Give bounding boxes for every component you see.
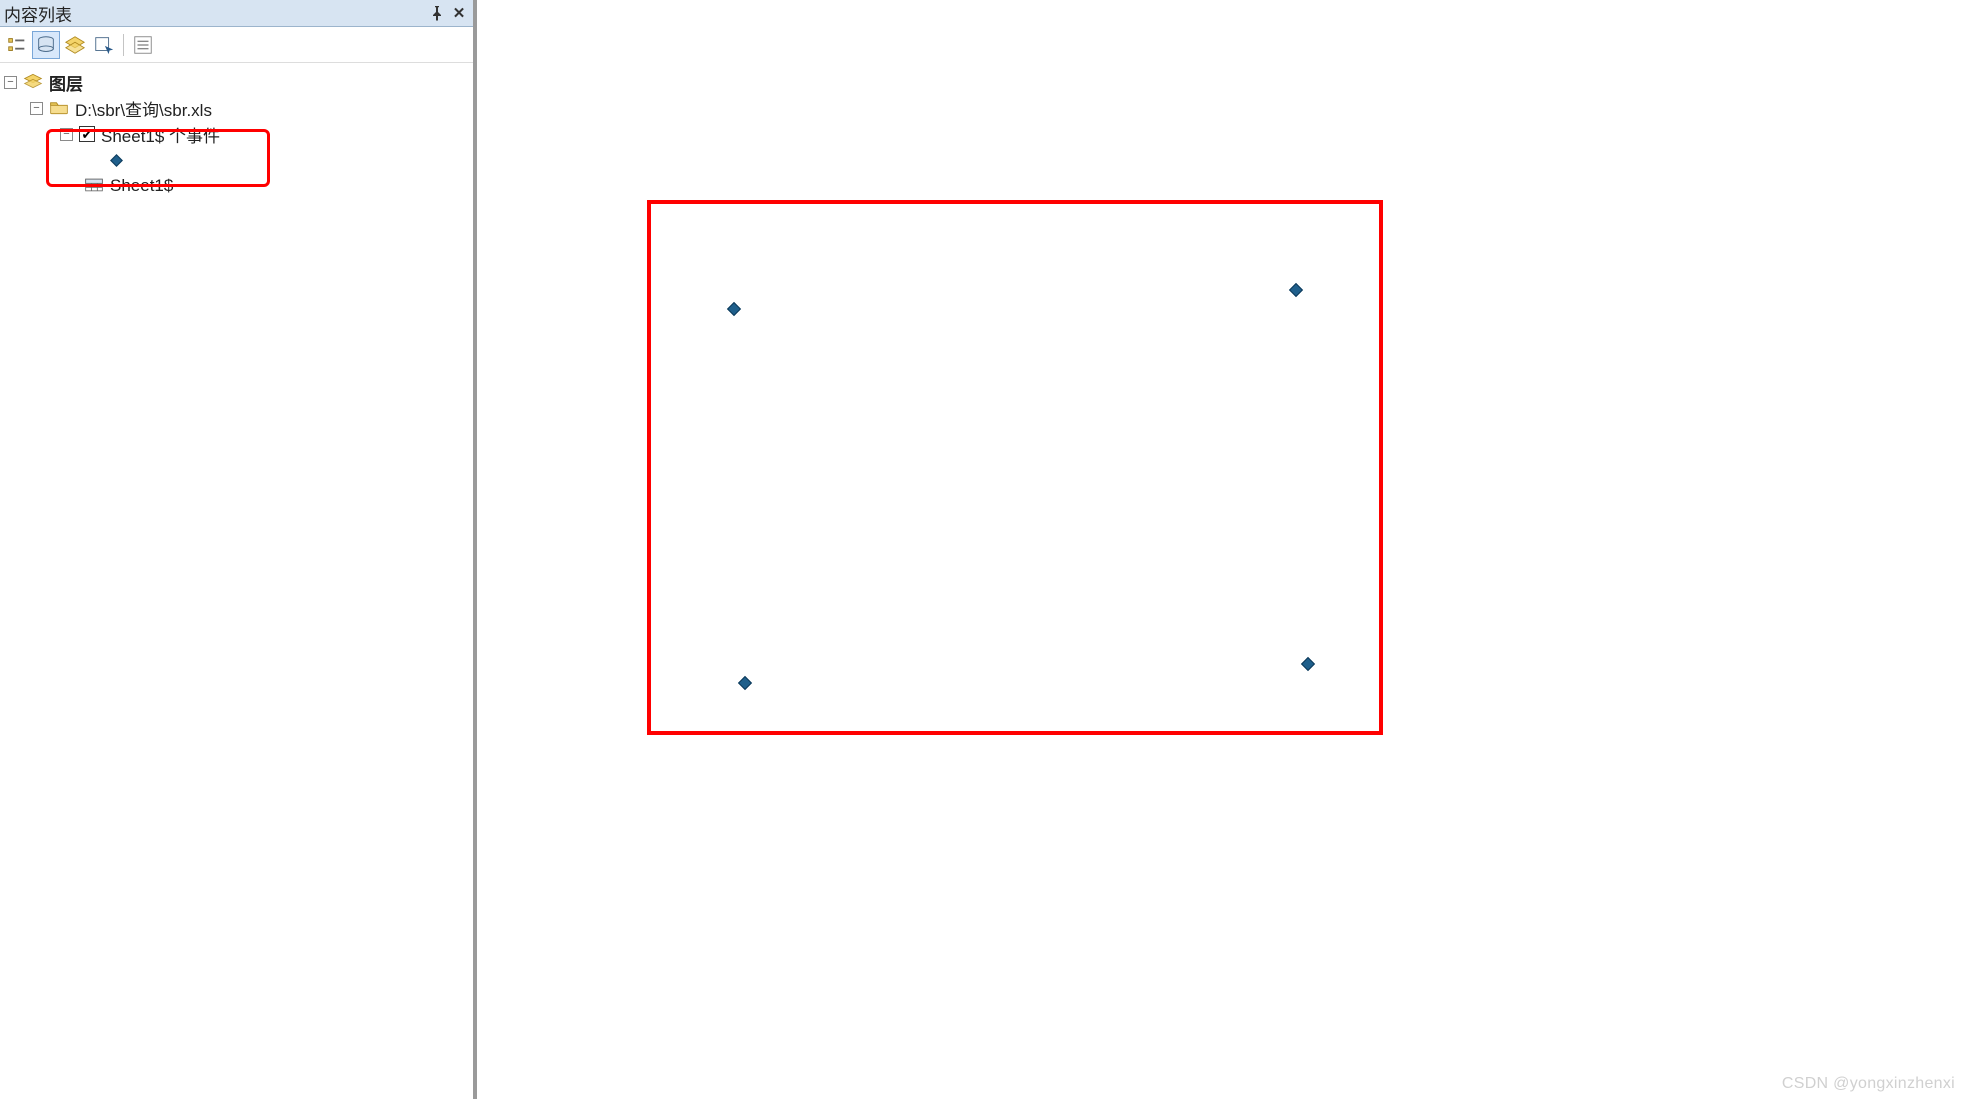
close-icon[interactable]: ✕	[451, 5, 467, 21]
tree-symbol-row[interactable]	[4, 147, 469, 173]
tree-table-row[interactable]: Sheet1$	[4, 173, 469, 199]
list-by-selection-button[interactable]	[90, 31, 118, 59]
toc-tree[interactable]: − 图层 − D:\sbr\查询\sbr.xls − Sheet1$ 个事件	[0, 63, 473, 1099]
annotation-highlight-map	[647, 200, 1383, 735]
toolbar-separator	[123, 34, 124, 56]
map-canvas[interactable]: CSDN @yongxinzhenxi	[477, 0, 1963, 1099]
tree-file-row[interactable]: − D:\sbr\查询\sbr.xls	[4, 95, 469, 121]
toc-toolbar	[0, 27, 473, 63]
map-point[interactable]	[738, 676, 752, 690]
pin-icon[interactable]	[429, 5, 445, 21]
panel-header-controls: ✕	[429, 5, 467, 21]
panel-header: 内容列表 ✕	[0, 0, 473, 27]
toc-panel: 内容列表 ✕	[0, 0, 477, 1099]
layer-visibility-checkbox[interactable]	[79, 126, 95, 142]
expander-icon[interactable]: −	[30, 102, 43, 115]
map-point[interactable]	[1301, 657, 1315, 671]
tree-table-label: Sheet1$	[110, 176, 173, 196]
layers-icon	[23, 72, 43, 93]
map-point[interactable]	[1289, 283, 1303, 297]
tree-file-label: D:\sbr\查询\sbr.xls	[75, 96, 212, 121]
expander-icon[interactable]: −	[60, 128, 73, 141]
point-symbol-icon	[110, 154, 123, 167]
expander-icon[interactable]: −	[4, 76, 17, 89]
tree-events-layer-label: Sheet1$ 个事件	[101, 122, 220, 147]
folder-icon	[49, 98, 69, 119]
list-by-source-button[interactable]	[32, 31, 60, 59]
options-button[interactable]	[129, 31, 157, 59]
panel-title: 内容列表	[4, 1, 72, 26]
map-point[interactable]	[727, 302, 741, 316]
tree-root-label: 图层	[49, 70, 83, 95]
list-by-drawing-order-button[interactable]	[3, 31, 31, 59]
table-icon	[84, 176, 104, 197]
tree-root-row[interactable]: − 图层	[4, 69, 469, 95]
tree-events-layer-row[interactable]: − Sheet1$ 个事件	[4, 121, 469, 147]
list-by-visibility-button[interactable]	[61, 31, 89, 59]
watermark-text: CSDN @yongxinzhenxi	[1782, 1075, 1955, 1093]
